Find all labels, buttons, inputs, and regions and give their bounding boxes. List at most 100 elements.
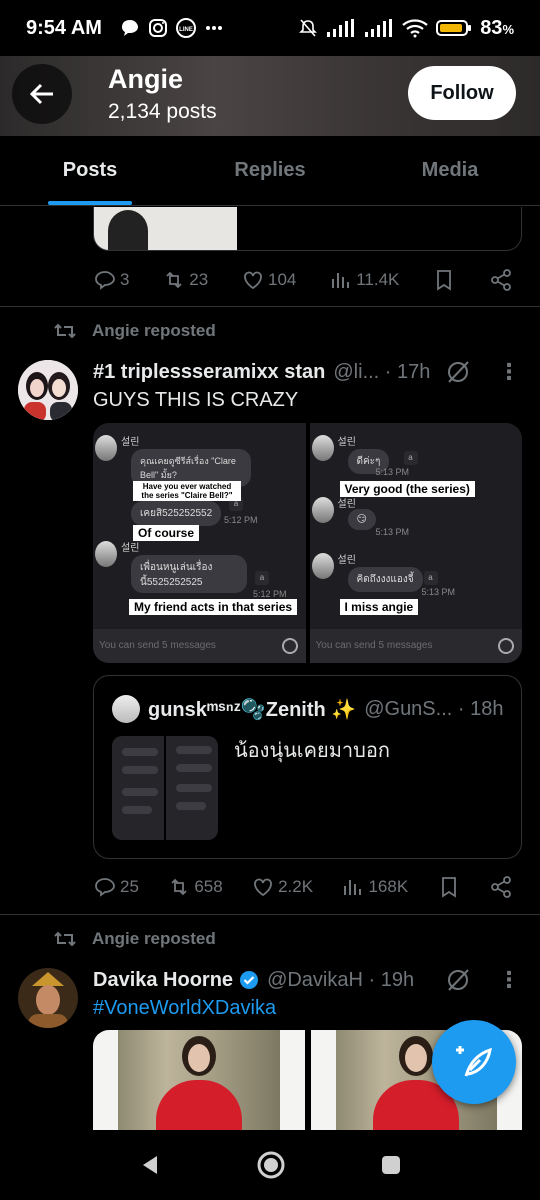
previous-post-media[interactable] (93, 207, 522, 251)
signal-icon (327, 19, 355, 37)
avatar[interactable] (18, 360, 78, 420)
nav-back-icon[interactable] (137, 1152, 163, 1178)
chat-input: You can send 5 messages (309, 629, 522, 663)
tab-posts[interactable]: Posts (0, 136, 180, 205)
repost-button[interactable]: 23 (162, 268, 208, 292)
avatar-image (18, 968, 78, 1028)
bookmark-button[interactable] (437, 875, 461, 899)
bookmark-icon (441, 877, 456, 898)
quote-author-name: gunskᵐˢⁿᶻ🫧Zenith ✨ (148, 698, 357, 721)
repost-indicator[interactable]: Angie reposted (52, 929, 216, 949)
reply-icon (95, 271, 115, 290)
quoted-post[interactable]: gunskᵐˢⁿᶻ🫧Zenith ✨ @GunS... · 18h น้องนุ… (93, 675, 522, 859)
avatar-image (18, 360, 78, 420)
like-button[interactable]: 2.2K (251, 875, 313, 899)
bookmark-button[interactable] (432, 268, 456, 292)
follow-button[interactable]: Follow (408, 66, 516, 120)
wifi-icon (402, 19, 428, 38)
chat-avatar (95, 435, 117, 461)
tab-replies[interactable]: Replies (180, 136, 360, 205)
like-button[interactable]: 104 (241, 268, 296, 292)
reply-button[interactable]: 3 (93, 268, 129, 292)
profile-name: Angie (108, 64, 184, 94)
post-media-grid[interactable]: 설린 คุณเคยดูซีรีส์เรื่อง "Clare Bell" มั้… (93, 423, 522, 663)
reply-icon (95, 878, 115, 897)
heart-icon (244, 271, 262, 290)
chat-screenshot-left[interactable]: 설린 คุณเคยดูซีรีส์เรื่อง "Clare Bell" มั้… (93, 423, 306, 663)
chat-input: You can send 5 messages (93, 629, 306, 663)
post-header: Davika Hoorne @DavikaH · 19h ⋮ (93, 966, 520, 994)
post-actions: 25 658 2.2K 168K (93, 872, 513, 902)
post-photo[interactable] (93, 1030, 305, 1130)
grok-icon[interactable] (444, 966, 472, 994)
post-author-handle: @li... · 17h (333, 360, 431, 383)
more-dots-icon (205, 26, 222, 30)
chat-screenshot-right[interactable]: 설린 ดีค่ะๆ a 5:13 PM Very good (the serie… (309, 423, 522, 663)
nav-recents-icon[interactable] (379, 1153, 403, 1177)
grok-icon[interactable] (444, 358, 472, 386)
repost-icon (54, 931, 76, 947)
profile-tabs: Posts Replies Media (0, 136, 540, 206)
avatar[interactable] (18, 968, 78, 1028)
svg-text:LINE: LINE (179, 27, 193, 33)
back-button[interactable] (12, 64, 72, 124)
repost-icon (54, 323, 76, 339)
active-tab-indicator (48, 201, 132, 205)
battery-percent: 83% (480, 16, 514, 39)
profile-header: Angie 2,134 posts Follow (0, 52, 540, 136)
repost-button[interactable]: 658 (167, 875, 223, 899)
share-button[interactable] (489, 875, 513, 899)
signal-icon (365, 19, 393, 37)
instagram-icon (148, 19, 167, 37)
post-header: #1 triplessseramixx stan @li... · 17h ⋮ (93, 358, 520, 386)
views-button[interactable]: 11.4K (329, 268, 399, 292)
quote-header: gunskᵐˢⁿᶻ🫧Zenith ✨ @GunS... · 18h (112, 694, 509, 724)
quote-media-thumbnail (112, 736, 218, 840)
compose-feather-icon (456, 1046, 492, 1077)
repost-indicator[interactable]: Angie reposted (52, 321, 216, 341)
share-icon (491, 269, 511, 291)
repost-icon (166, 271, 182, 289)
hashtag-link[interactable]: #VoneWorldXDavika (93, 997, 276, 1020)
views-bar-icon (344, 880, 362, 895)
repost-icon (171, 878, 187, 896)
profile-posts-count: 2,134 posts (108, 100, 217, 123)
views-button[interactable]: 168K (341, 875, 408, 899)
chat-avatar (311, 553, 334, 579)
post-author-name[interactable]: Davika Hoorne (93, 969, 233, 992)
media-thumbnail (94, 207, 237, 250)
post-divider (0, 306, 540, 307)
timeline-feed[interactable]: 3 23 104 11.4K Angie reposted #1 triples… (0, 207, 540, 1130)
emoji-icon (281, 638, 298, 654)
share-button[interactable] (489, 268, 513, 292)
nav-home-icon[interactable] (256, 1150, 286, 1180)
quote-avatar (112, 695, 140, 723)
post-author-name[interactable]: #1 triplessseramixx stan (93, 361, 325, 384)
status-bar: 9:54 AM LINE 83% (0, 0, 540, 56)
more-options-icon[interactable]: ⋮ (498, 967, 520, 993)
chat-bubble-icon (121, 20, 138, 36)
reply-button[interactable]: 25 (93, 875, 139, 899)
post-divider (0, 914, 540, 915)
status-time: 9:54 AM (26, 16, 102, 39)
heart-icon (254, 878, 272, 897)
quote-text: น้องนุ่นเคยมาบอก (234, 740, 390, 762)
post-author-handle: @DavikaH · 19h (267, 968, 415, 991)
chat-avatar (311, 497, 334, 523)
quote-author-handle: @GunS... · 18h (364, 697, 504, 720)
translate-icon: a (403, 451, 418, 465)
share-icon (491, 876, 511, 898)
battery-icon (436, 20, 472, 36)
emoji-icon (498, 638, 514, 654)
arrow-left-icon (29, 83, 53, 105)
chat-avatar (311, 435, 334, 461)
line-app-icon: LINE (175, 18, 196, 38)
mute-icon (299, 19, 318, 37)
more-options-icon[interactable]: ⋮ (498, 359, 520, 385)
bookmark-icon (437, 270, 452, 291)
translate-icon: a (423, 571, 438, 585)
chat-avatar (95, 541, 117, 567)
tab-media[interactable]: Media (360, 136, 540, 205)
verified-badge-icon (240, 971, 259, 989)
compose-post-button[interactable] (432, 1020, 516, 1104)
